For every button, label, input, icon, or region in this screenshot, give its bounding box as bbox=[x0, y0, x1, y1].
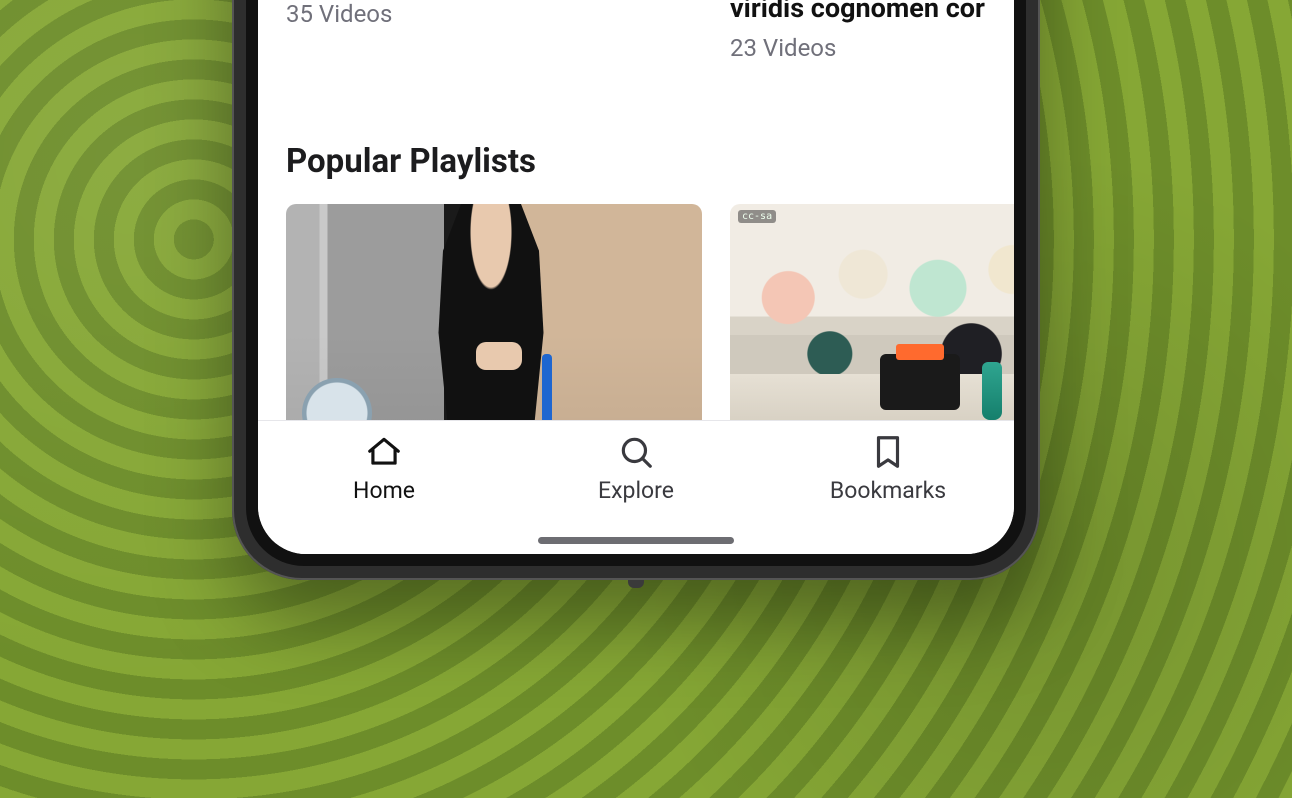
app-content: 35 Videos viridis cognomen cor 23 Videos… bbox=[258, 0, 1014, 554]
tab-explore[interactable]: Explore bbox=[536, 433, 736, 504]
phone-screen: 35 Videos viridis cognomen cor 23 Videos… bbox=[258, 0, 1014, 554]
thumbnail-tablet bbox=[880, 354, 960, 410]
thumbnail-hand bbox=[476, 342, 522, 370]
tab-label: Bookmarks bbox=[830, 477, 946, 504]
phone-device-frame: 35 Videos viridis cognomen cor 23 Videos… bbox=[232, 0, 1040, 580]
popular-playlists-row[interactable]: cc-sa bbox=[286, 204, 1014, 438]
tab-label: Explore bbox=[598, 477, 674, 504]
bookmark-icon bbox=[869, 433, 907, 471]
bottom-tab-bar: Home Explore Bookmarks bbox=[258, 420, 1014, 554]
gesture-bar[interactable] bbox=[538, 537, 734, 544]
section-heading-popular-playlists: Popular Playlists bbox=[286, 142, 536, 181]
video-count: 23 Videos bbox=[730, 34, 1014, 62]
playlist-thumbnail[interactable] bbox=[286, 204, 702, 438]
tab-home[interactable]: Home bbox=[284, 433, 484, 504]
home-icon bbox=[365, 433, 403, 471]
playlist-card[interactable]: viridis cognomen cor 23 Videos bbox=[730, 0, 1014, 62]
playlist-thumbnail[interactable]: cc-sa bbox=[730, 204, 1014, 438]
playlist-title: viridis cognomen cor bbox=[730, 0, 1014, 26]
previous-section-row: 35 Videos viridis cognomen cor 23 Videos bbox=[286, 0, 1014, 62]
phone-bezel: 35 Videos viridis cognomen cor 23 Videos… bbox=[246, 0, 1026, 566]
video-count: 35 Videos bbox=[286, 0, 702, 28]
tab-bookmarks[interactable]: Bookmarks bbox=[788, 433, 988, 504]
playlist-card[interactable]: 35 Videos bbox=[286, 0, 702, 62]
tab-label: Home bbox=[353, 477, 415, 504]
search-icon bbox=[617, 433, 655, 471]
license-badge: cc-sa bbox=[738, 210, 776, 223]
thumbnail-bottle bbox=[982, 362, 1002, 420]
